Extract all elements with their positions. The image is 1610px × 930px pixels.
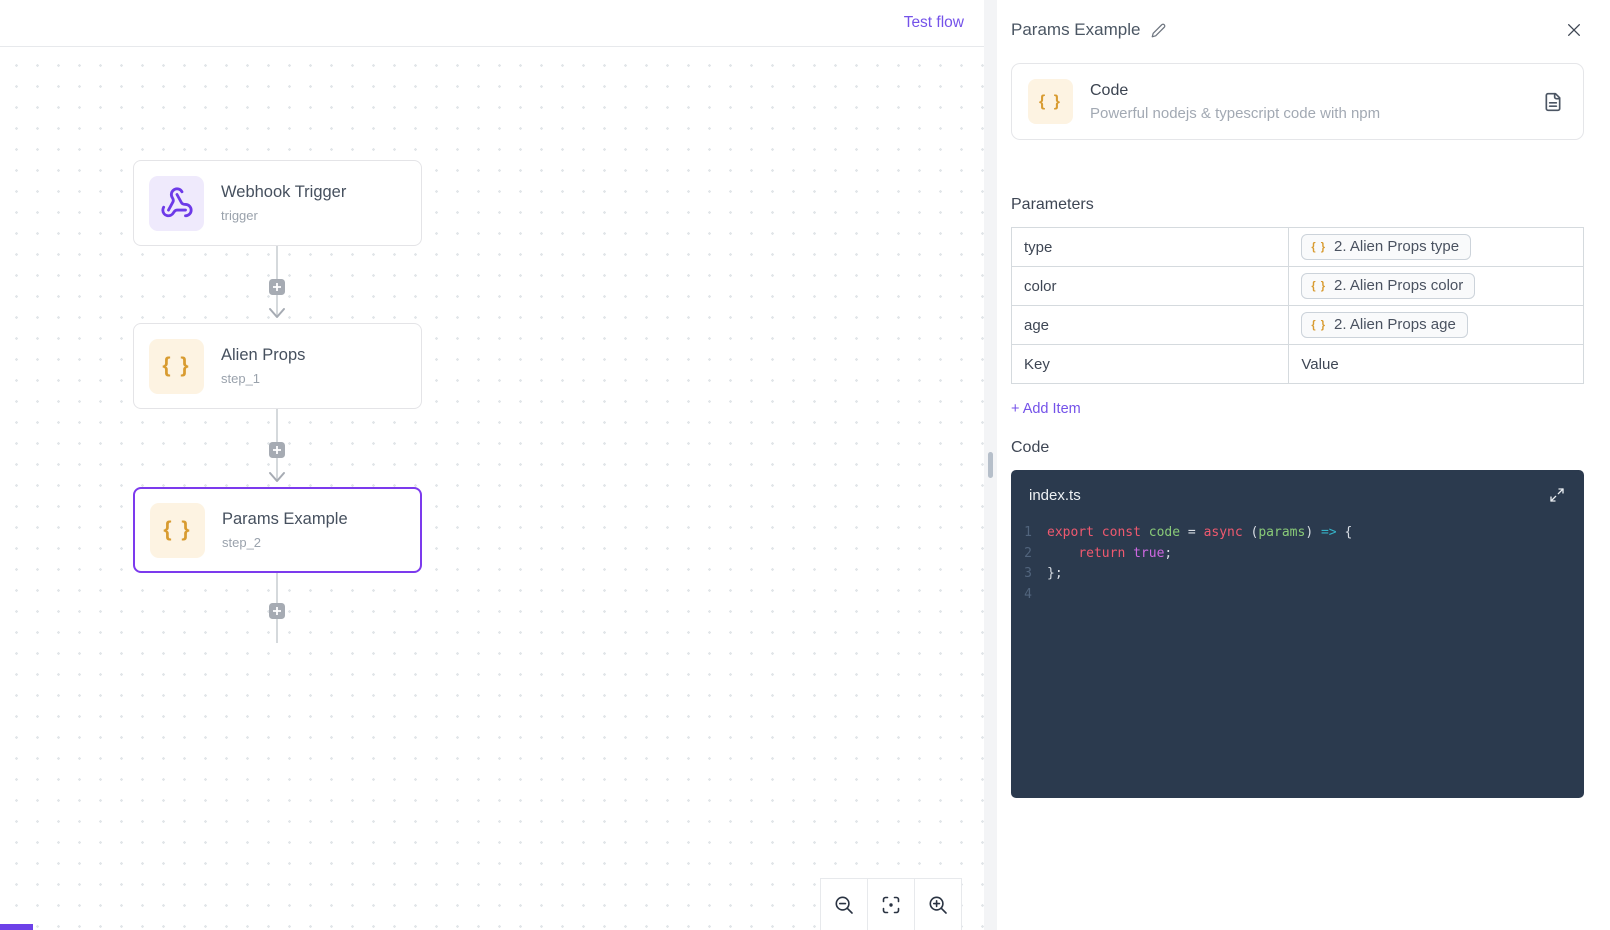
connector-line: [269, 246, 285, 318]
expand-icon: [1550, 488, 1564, 502]
code-editor[interactable]: index.ts 1 export const code = async (par…: [1011, 470, 1584, 798]
add-step-button[interactable]: [269, 603, 285, 619]
rename-step-button[interactable]: [1149, 21, 1168, 40]
param-placeholder-row: Key Value: [1010, 344, 1584, 384]
zoom-in-icon: [929, 896, 947, 914]
piece-docs-button[interactable]: [1541, 90, 1565, 114]
node-title: Webhook Trigger: [221, 183, 347, 201]
app-window: Test flow Webhook Trigger trigger {} Al…: [0, 0, 1610, 930]
zoom-out-button[interactable]: [821, 879, 867, 930]
code-line: 2 return true;: [1011, 544, 1584, 565]
braces-icon: { }: [1311, 318, 1327, 331]
expand-editor-button[interactable]: [1547, 485, 1567, 505]
node-params-example[interactable]: { } Params Example step_2: [133, 487, 422, 573]
param-key-input[interactable]: color: [1010, 266, 1290, 306]
connector-line: [269, 409, 285, 482]
close-panel-button[interactable]: [1564, 20, 1584, 40]
panel-divider: [984, 0, 997, 930]
add-step-button[interactable]: [269, 279, 285, 295]
param-row: age { } 2. Alien Props age: [1010, 305, 1584, 345]
line-number: 4: [1024, 586, 1032, 602]
param-key-input[interactable]: type: [1010, 227, 1290, 267]
test-flow-button[interactable]: Test flow: [904, 14, 964, 32]
parameters-heading: Parameters: [1011, 196, 1094, 213]
node-title: Alien Props: [221, 346, 306, 364]
node-alien-props[interactable]: { } Alien Props step_1: [133, 323, 422, 409]
code-heading: Code: [1011, 439, 1050, 456]
parameters-table-body: type { } 2. Alien Props type color { } 2. Ali…: [1010, 227, 1584, 384]
builder-topbar: Test flow: [0, 0, 984, 47]
webhook-icon: [149, 175, 204, 231]
node-step-name: step_2: [222, 535, 262, 550]
panel-title: Params Example: [1011, 20, 1141, 39]
braces-icon: { }: [149, 338, 204, 394]
zoom-in-button[interactable]: [914, 879, 961, 930]
parameters-table: type { } 2. Alien Props type color { } 2. Ali…: [1010, 227, 1584, 384]
template-value-chip[interactable]: { } 2. Alien Props age: [1301, 312, 1468, 338]
piece-description: Powerful nodejs & typescript code with n…: [1090, 104, 1381, 122]
add-step-button[interactable]: [269, 442, 285, 458]
piece-info-card: { } Code Powerful nodejs & typescript co…: [1011, 63, 1584, 140]
code-line: 3};: [1011, 564, 1584, 585]
param-value-cell: { } 2. Alien Props color: [1288, 266, 1584, 306]
param-value-cell: { } 2. Alien Props age: [1288, 305, 1584, 345]
line-number: 2: [1024, 545, 1032, 561]
node-step-name: trigger: [221, 208, 258, 223]
param-value-input[interactable]: Value: [1288, 344, 1584, 384]
param-key-input[interactable]: age: [1010, 305, 1290, 345]
zoom-out-icon: [835, 896, 853, 914]
param-row: color { } 2. Alien Props color: [1010, 266, 1584, 306]
code-filename: index.ts: [1029, 486, 1081, 504]
bottom-left-accent: [0, 924, 33, 930]
pencil-icon: [1152, 23, 1166, 37]
connector-line: [269, 573, 285, 643]
piece-name: Code: [1090, 81, 1129, 99]
file-text-icon: [1545, 92, 1561, 111]
panel-resize-handle[interactable]: [988, 452, 993, 478]
braces-icon: { }: [1311, 279, 1327, 292]
canvas-zoom-controls: [820, 878, 962, 930]
braces-icon: { }: [150, 502, 205, 558]
template-value-chip[interactable]: { } 2. Alien Props color: [1301, 273, 1476, 299]
panel-header: Params Example: [1011, 0, 1584, 40]
add-item-button[interactable]: + Add Item: [1011, 401, 1081, 417]
flow-canvas[interactable]: Webhook Trigger trigger { } Alien Props …: [0, 47, 984, 930]
param-row: type { } 2. Alien Props type: [1010, 227, 1584, 267]
close-icon: [1568, 24, 1580, 36]
code-editor-header: index.ts: [1011, 470, 1584, 514]
step-settings-panel: Params Example { } Code Powerful nodejs …: [997, 0, 1610, 930]
code-line: 4: [1011, 585, 1584, 606]
param-value-cell: { } 2. Alien Props type: [1288, 227, 1584, 267]
node-title: Params Example: [222, 510, 348, 528]
param-key-input[interactable]: Key: [1010, 344, 1290, 384]
code-lines[interactable]: 1 export const code = async (params) => {…: [1011, 514, 1584, 605]
code-line: 1 export const code = async (params) => {: [1011, 523, 1584, 544]
fit-view-icon: [882, 896, 900, 913]
template-value-chip[interactable]: { } 2. Alien Props type: [1301, 234, 1472, 260]
fit-view-button[interactable]: [867, 879, 914, 930]
line-number: 1: [1024, 525, 1032, 540]
line-number: 3: [1024, 566, 1032, 581]
braces-icon: { }: [1028, 79, 1073, 124]
flow-builder-region: Test flow Webhook Trigger trigger {} Al…: [0, 0, 984, 930]
node-step-name: step_1: [221, 371, 261, 386]
braces-icon: { }: [1311, 240, 1327, 253]
node-webhook-trigger[interactable]: Webhook Trigger trigger: [133, 160, 422, 246]
